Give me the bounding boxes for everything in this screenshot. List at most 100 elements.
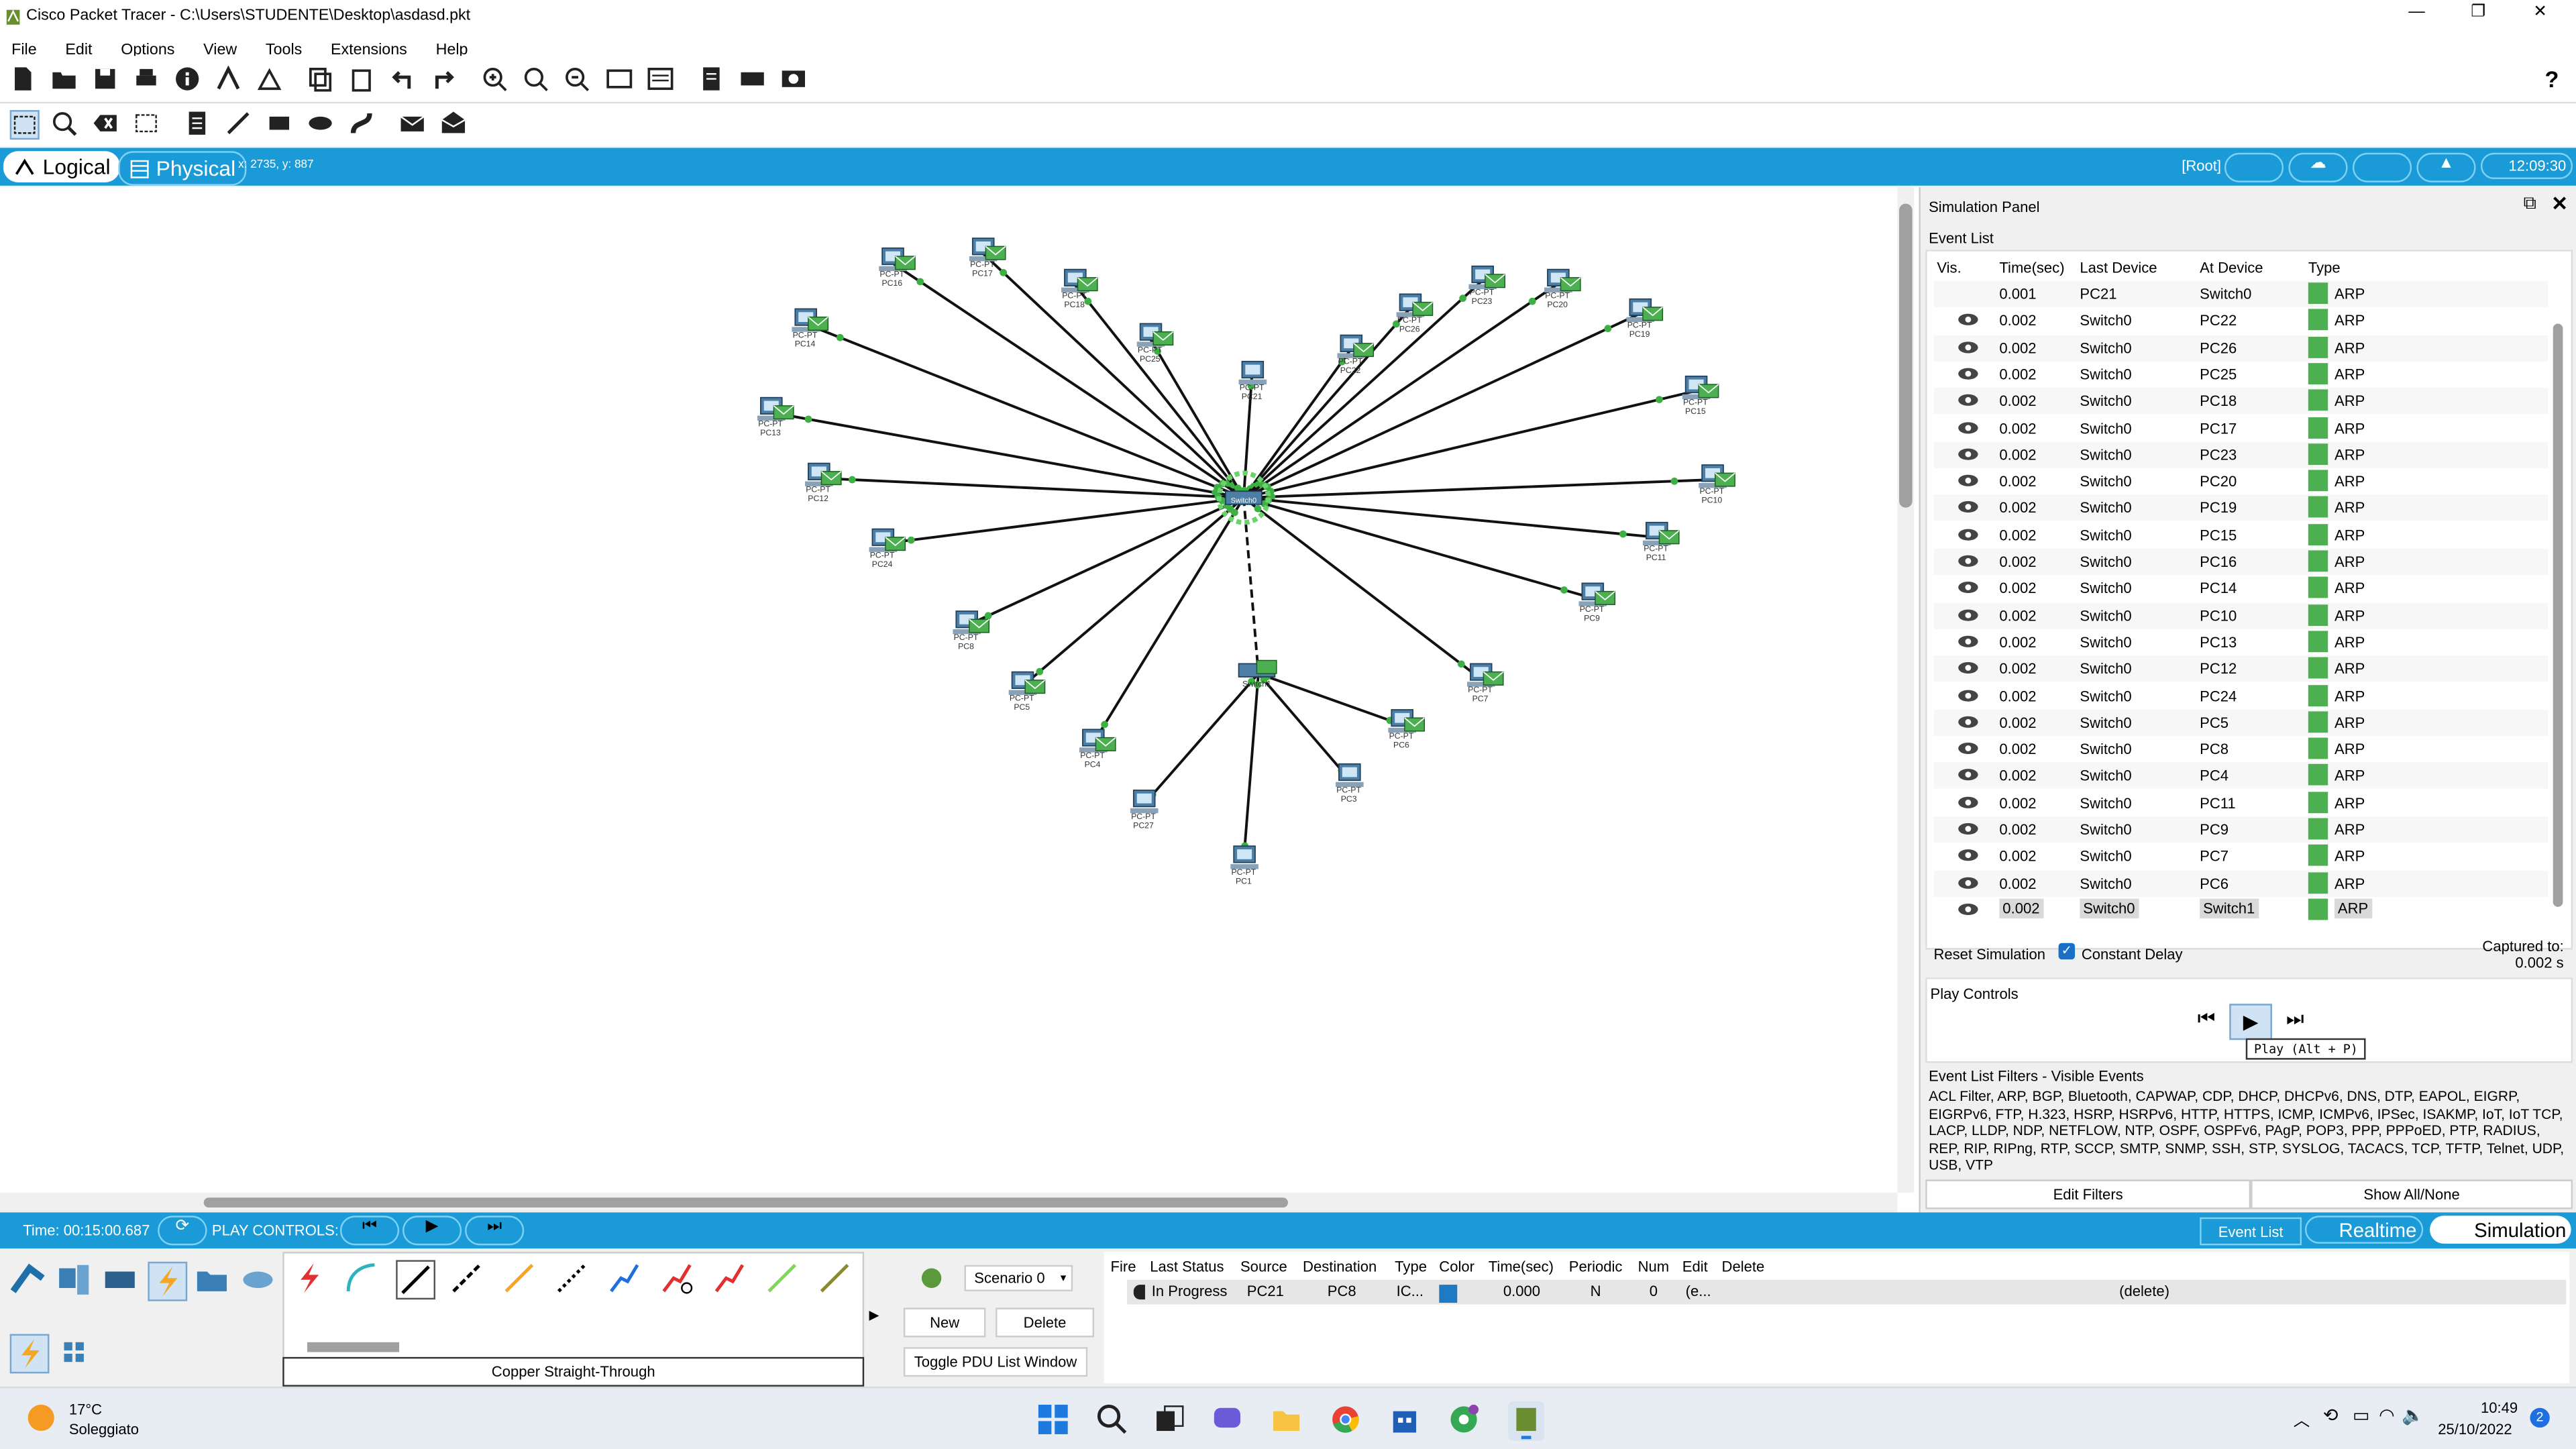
pc-pc1[interactable]: PC-PTPC1 [1230,845,1258,886]
canvas-hscroll-thumb[interactable] [203,1197,1289,1208]
eye-icon[interactable] [1957,393,1980,411]
eye-icon[interactable] [1957,714,1980,733]
pc-pc25[interactable]: PC-PTPC25 [1136,323,1174,364]
pc-pc26[interactable]: PC-PTPC26 [1396,293,1434,334]
device-template-icon[interactable] [739,66,765,92]
simulation-mode-button[interactable]: Simulation [2430,1216,2571,1244]
eye-icon[interactable] [1957,339,1980,358]
pdu-delete-link[interactable]: (delete) [2119,1283,2169,1299]
components-icon[interactable] [102,1262,138,1298]
reset-simulation-button[interactable]: Reset Simulation [1933,947,2045,963]
redo-icon[interactable] [431,66,457,92]
pc-pc27[interactable]: PC-PTPC27 [1130,790,1159,830]
line-tool-icon[interactable] [225,110,252,136]
canvas-vscrollbar[interactable] [1897,187,1915,1193]
multiuser-icon[interactable] [240,1262,276,1298]
tray-monitor-icon[interactable]: ▭ [2353,1405,2369,1426]
copper-cross-cable-icon[interactable] [449,1260,485,1296]
eye-icon[interactable] [1957,795,1980,813]
eye-icon[interactable] [1957,768,1980,786]
canvas-vscroll-thumb[interactable] [1899,203,1913,508]
phone-cable-icon[interactable] [553,1260,590,1296]
iot-cable-icon[interactable] [816,1260,853,1296]
pc-pc15[interactable]: PC-PTPC15 [1682,375,1719,416]
info-icon[interactable] [174,66,201,92]
pdu-row[interactable]: In Progress PC21 PC8 IC... 0.000 N 0 (e... (dele… [1127,1279,2567,1305]
event-list-scrollbar[interactable] [2553,323,2563,907]
eye-icon[interactable] [1957,688,1980,706]
file-explorer-icon[interactable] [1272,1405,1301,1434]
drawing-palette-icon[interactable] [606,66,633,92]
event-row[interactable]: 0.002 Switch0 PC24 ARP [1933,683,2548,709]
zoom-out-icon[interactable] [564,66,590,92]
close-panel-icon[interactable]: ✕ [2551,193,2568,215]
event-row[interactable]: 0.002 Switch0 PC12 ARP [1933,655,2548,682]
tray-sync-icon[interactable]: ⟲ [2323,1405,2339,1426]
scenario-info-icon[interactable] [921,1268,942,1289]
show-all-button[interactable]: Show All/None [2251,1179,2573,1210]
minimize-button[interactable]: — [2408,3,2424,21]
event-row[interactable]: 0.002 Switch0 PC13 ARP [1933,629,2548,655]
select-icon[interactable] [9,110,40,140]
pc-pc23[interactable]: PC-PTPC23 [1468,265,1506,306]
copy-icon[interactable] [307,66,333,92]
connections-icon[interactable] [148,1261,188,1301]
pc-pc7[interactable]: PC-PTPC7 [1466,663,1504,704]
task-view-icon[interactable] [1155,1405,1185,1434]
event-row[interactable]: 0.002 Switch0 PC22 ARP [1933,308,2548,334]
pc-pc22[interactable]: PC-PTPC22 [1337,334,1375,375]
event-row[interactable]: 0.002 Switch0 PC4 ARP [1933,763,2548,790]
event-row[interactable]: 0.002 Switch0 PC6 ARP [1933,869,2548,897]
ellipse-tool-icon[interactable] [307,110,333,136]
eye-icon[interactable] [1957,366,1980,384]
zoom-reset-icon[interactable] [523,66,549,92]
eye-icon[interactable] [1957,553,1980,572]
eye-icon[interactable] [1957,821,1980,839]
pc-pc13[interactable]: PC-PTPC13 [757,396,794,437]
serial-dce-cable-icon[interactable] [659,1260,695,1296]
constant-delay-checkbox[interactable]: ✓ [2058,943,2076,960]
event-row[interactable]: 0.002 Switch0 PC7 ARP [1933,843,2548,869]
delete-icon[interactable] [92,110,118,136]
chrome-icon[interactable] [1331,1405,1360,1434]
weather-icon[interactable] [28,1404,54,1432]
custom-device-icon[interactable] [647,66,674,92]
pdu-icon[interactable] [698,66,724,92]
event-row[interactable]: 0.002 Switch0 PC18 ARP [1933,388,2548,415]
pc-pc9[interactable]: PC-PTPC9 [1578,582,1616,623]
cluster-icon[interactable]: ☁ [2288,152,2348,182]
end-devices-icon[interactable] [56,1262,92,1298]
event-row[interactable]: 0.002 Switch0 PC11 ARP [1933,790,2548,816]
chrome-profile-icon[interactable] [1449,1404,1479,1434]
new-scenario-button[interactable]: New [903,1307,986,1338]
pc-pc10[interactable]: PC-PTPC10 [1699,464,1735,504]
ipc-icon[interactable] [780,66,806,92]
misc-icon[interactable] [194,1262,230,1298]
eye-icon[interactable] [1957,607,1980,625]
add-complex-pdu-icon[interactable] [440,110,466,136]
network-devices-icon[interactable] [10,1262,46,1298]
print-icon[interactable] [133,66,159,92]
pc-pc4[interactable]: PC-PTPC4 [1079,729,1116,769]
nav-back-icon[interactable] [2224,152,2284,182]
undo-icon[interactable] [389,66,415,92]
delete-scenario-button[interactable]: Delete [996,1307,1095,1338]
forward-icon[interactable]: ⏭ [2279,1007,2312,1036]
event-row[interactable]: 0.002 Switch0 PC16 ARP [1933,548,2548,576]
serial-dte-cable-icon[interactable] [711,1260,747,1296]
tab-physical[interactable]: Physical [118,151,248,186]
tray-chevron-icon[interactable]: ︿ [2294,1406,2310,1431]
console-cable-icon[interactable] [343,1260,380,1296]
eye-icon[interactable] [1957,500,1980,518]
rectangle-tool-icon[interactable] [266,110,292,136]
toggle-pdu-list-button[interactable]: Toggle PDU List Window [903,1347,1088,1377]
zoom-in-icon[interactable] [482,66,508,92]
event-row[interactable]: 0.002 Switch0 PC20 ARP [1933,468,2548,494]
pdu-edit-link[interactable]: (e... [1686,1283,1711,1299]
paste-icon[interactable] [348,66,374,92]
coaxial-cable-icon[interactable] [606,1260,643,1296]
resize-icon[interactable] [133,110,159,136]
open-folder-icon[interactable] [51,66,77,92]
eye-icon[interactable] [1957,420,1980,438]
eye-icon[interactable] [1957,313,1980,331]
